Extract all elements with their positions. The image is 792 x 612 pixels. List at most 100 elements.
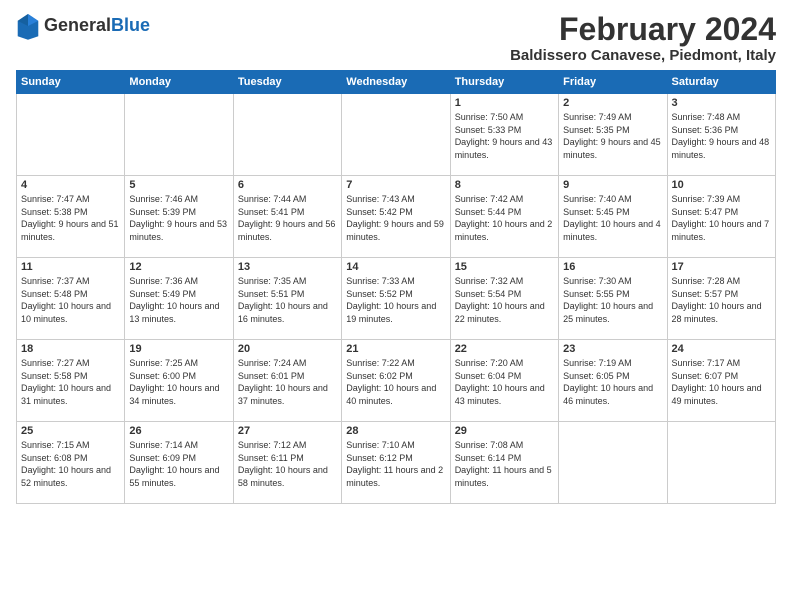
day-info: Sunrise: 7:49 AM Sunset: 5:35 PM Dayligh… — [563, 111, 662, 161]
day-info: Sunrise: 7:22 AM Sunset: 6:02 PM Dayligh… — [346, 357, 445, 407]
day-number: 12 — [129, 261, 228, 273]
day-number: 11 — [21, 261, 120, 273]
table-row: 7Sunrise: 7:43 AM Sunset: 5:42 PM Daylig… — [342, 176, 450, 258]
day-number: 15 — [455, 261, 554, 273]
col-wednesday: Wednesday — [342, 71, 450, 94]
calendar: Sunday Monday Tuesday Wednesday Thursday… — [16, 70, 776, 504]
day-number: 29 — [455, 425, 554, 437]
day-info: Sunrise: 7:32 AM Sunset: 5:54 PM Dayligh… — [455, 275, 554, 325]
table-row: 22Sunrise: 7:20 AM Sunset: 6:04 PM Dayli… — [450, 340, 558, 422]
table-row: 20 Sunrise: 7:24 AM Sunset: 6:01 PM Dayli… — [233, 340, 341, 422]
page: GeneralBlue February 2024 Baldissero Can… — [0, 0, 792, 612]
day-number: 6 — [238, 179, 337, 191]
day-info: Sunrise: 7:14 AM Sunset: 6:09 PM Dayligh… — [129, 439, 228, 489]
day-info: Sunrise: 7:19 AM Sunset: 6:05 PM Dayligh… — [563, 357, 662, 407]
logo-blue: Blue — [111, 16, 150, 36]
day-info: Sunrise: 7:42 AM Sunset: 5:44 PM Dayligh… — [455, 193, 554, 243]
table-row — [17, 94, 125, 176]
day-info: Sunrise: 7:08 AM Sunset: 6:14 PM Dayligh… — [455, 439, 554, 489]
day-number: 26 — [129, 425, 228, 437]
day-info: Sunrise: 7:50 AM Sunset: 5:33 PM Dayligh… — [455, 111, 554, 161]
table-row: 3 Sunrise: 7:48 AM Sunset: 5:36 PM Daylig… — [667, 94, 775, 176]
table-row: 10 Sunrise: 7:39 AM Sunset: 5:47 PM Dayli… — [667, 176, 775, 258]
table-row — [125, 94, 233, 176]
day-info: Sunrise: 7:37 AM Sunset: 5:48 PM Dayligh… — [21, 275, 120, 325]
table-row: 19 Sunrise: 7:25 AM Sunset: 6:00 PM Dayli… — [125, 340, 233, 422]
day-number: 3 — [672, 97, 771, 109]
day-info: Sunrise: 7:24 AM Sunset: 6:01 PM Dayligh… — [238, 357, 337, 407]
table-row: 5 Sunrise: 7:46 AM Sunset: 5:39 PM Daylig… — [125, 176, 233, 258]
table-row: 14 Sunrise: 7:33 AM Sunset: 5:52 PM Dayli… — [342, 258, 450, 340]
day-info: Sunrise: 7:40 AM Sunset: 5:45 PM Dayligh… — [563, 193, 662, 243]
table-row: 27Sunrise: 7:12 AM Sunset: 6:11 PM Dayli… — [233, 422, 341, 504]
day-number: 17 — [672, 261, 771, 273]
col-friday: Friday — [559, 71, 667, 94]
day-number: 24 — [672, 343, 771, 355]
calendar-week-row: 1 Sunrise: 7:50 AM Sunset: 5:33 PM Daylig… — [17, 94, 776, 176]
table-row: 24 Sunrise: 7:17 AM Sunset: 6:07 PM Dayli… — [667, 340, 775, 422]
day-number: 8 — [455, 179, 554, 191]
day-info: Sunrise: 7:44 AM Sunset: 5:41 PM Dayligh… — [238, 193, 337, 243]
day-number: 25 — [21, 425, 120, 437]
table-row — [559, 422, 667, 504]
table-row: 11 Sunrise: 7:37 AM Sunset: 5:48 PM Dayli… — [17, 258, 125, 340]
day-number: 9 — [563, 179, 662, 191]
day-number: 21 — [346, 343, 445, 355]
table-row: 12 Sunrise: 7:36 AM Sunset: 5:49 PM Dayli… — [125, 258, 233, 340]
day-info: Sunrise: 7:30 AM Sunset: 5:55 PM Dayligh… — [563, 275, 662, 325]
table-row: 8 Sunrise: 7:42 AM Sunset: 5:44 PM Daylig… — [450, 176, 558, 258]
table-row: 21 Sunrise: 7:22 AM Sunset: 6:02 PM Dayli… — [342, 340, 450, 422]
day-info: Sunrise: 7:15 AM Sunset: 6:08 PM Dayligh… — [21, 439, 120, 489]
day-number: 5 — [129, 179, 228, 191]
day-info: Sunrise: 7:25 AM Sunset: 6:00 PM Dayligh… — [129, 357, 228, 407]
month-title: February 2024 — [510, 12, 776, 47]
day-number: 4 — [21, 179, 120, 191]
table-row: 6 Sunrise: 7:44 AM Sunset: 5:41 PM Daylig… — [233, 176, 341, 258]
location-title: Baldissero Canavese, Piedmont, Italy — [510, 47, 776, 64]
table-row: 13Sunrise: 7:35 AM Sunset: 5:51 PM Dayli… — [233, 258, 341, 340]
day-info: Sunrise: 7:36 AM Sunset: 5:49 PM Dayligh… — [129, 275, 228, 325]
table-row: 26 Sunrise: 7:14 AM Sunset: 6:09 PM Dayli… — [125, 422, 233, 504]
day-info: Sunrise: 7:39 AM Sunset: 5:47 PM Dayligh… — [672, 193, 771, 243]
day-number: 20 — [238, 343, 337, 355]
table-row: 17 Sunrise: 7:28 AM Sunset: 5:57 PM Dayli… — [667, 258, 775, 340]
day-number: 16 — [563, 261, 662, 273]
day-number: 27 — [238, 425, 337, 437]
day-number: 23 — [563, 343, 662, 355]
table-row — [667, 422, 775, 504]
day-info: Sunrise: 7:35 AM Sunset: 5:51 PM Dayligh… — [238, 275, 337, 325]
day-info: Sunrise: 7:46 AM Sunset: 5:39 PM Dayligh… — [129, 193, 228, 243]
day-number: 10 — [672, 179, 771, 191]
day-info: Sunrise: 7:48 AM Sunset: 5:36 PM Dayligh… — [672, 111, 771, 161]
table-row: 2 Sunrise: 7:49 AM Sunset: 5:35 PM Daylig… — [559, 94, 667, 176]
day-info: Sunrise: 7:47 AM Sunset: 5:38 PM Dayligh… — [21, 193, 120, 243]
logo-text: GeneralBlue — [44, 16, 150, 36]
table-row: 1 Sunrise: 7:50 AM Sunset: 5:33 PM Daylig… — [450, 94, 558, 176]
table-row: 25 Sunrise: 7:15 AM Sunset: 6:08 PM Dayli… — [17, 422, 125, 504]
day-info: Sunrise: 7:43 AM Sunset: 5:42 PM Dayligh… — [346, 193, 445, 243]
table-row: 16 Sunrise: 7:30 AM Sunset: 5:55 PM Dayli… — [559, 258, 667, 340]
day-info: Sunrise: 7:28 AM Sunset: 5:57 PM Dayligh… — [672, 275, 771, 325]
day-number: 14 — [346, 261, 445, 273]
logo: GeneralBlue — [16, 12, 150, 40]
table-row: 18Sunrise: 7:27 AM Sunset: 5:58 PM Dayli… — [17, 340, 125, 422]
table-row — [342, 94, 450, 176]
col-saturday: Saturday — [667, 71, 775, 94]
col-tuesday: Tuesday — [233, 71, 341, 94]
day-number: 1 — [455, 97, 554, 109]
day-info: Sunrise: 7:33 AM Sunset: 5:52 PM Dayligh… — [346, 275, 445, 325]
calendar-header-row: Sunday Monday Tuesday Wednesday Thursday… — [17, 71, 776, 94]
logo-general: General — [44, 16, 111, 36]
header: GeneralBlue February 2024 Baldissero Can… — [16, 12, 776, 64]
calendar-week-row: 18Sunrise: 7:27 AM Sunset: 5:58 PM Dayli… — [17, 340, 776, 422]
day-info: Sunrise: 7:20 AM Sunset: 6:04 PM Dayligh… — [455, 357, 554, 407]
table-row: 23 Sunrise: 7:19 AM Sunset: 6:05 PM Dayli… — [559, 340, 667, 422]
day-info: Sunrise: 7:17 AM Sunset: 6:07 PM Dayligh… — [672, 357, 771, 407]
day-number: 18 — [21, 343, 120, 355]
table-row — [233, 94, 341, 176]
col-monday: Monday — [125, 71, 233, 94]
day-number: 2 — [563, 97, 662, 109]
day-number: 19 — [129, 343, 228, 355]
day-number: 28 — [346, 425, 445, 437]
calendar-week-row: 25 Sunrise: 7:15 AM Sunset: 6:08 PM Dayli… — [17, 422, 776, 504]
